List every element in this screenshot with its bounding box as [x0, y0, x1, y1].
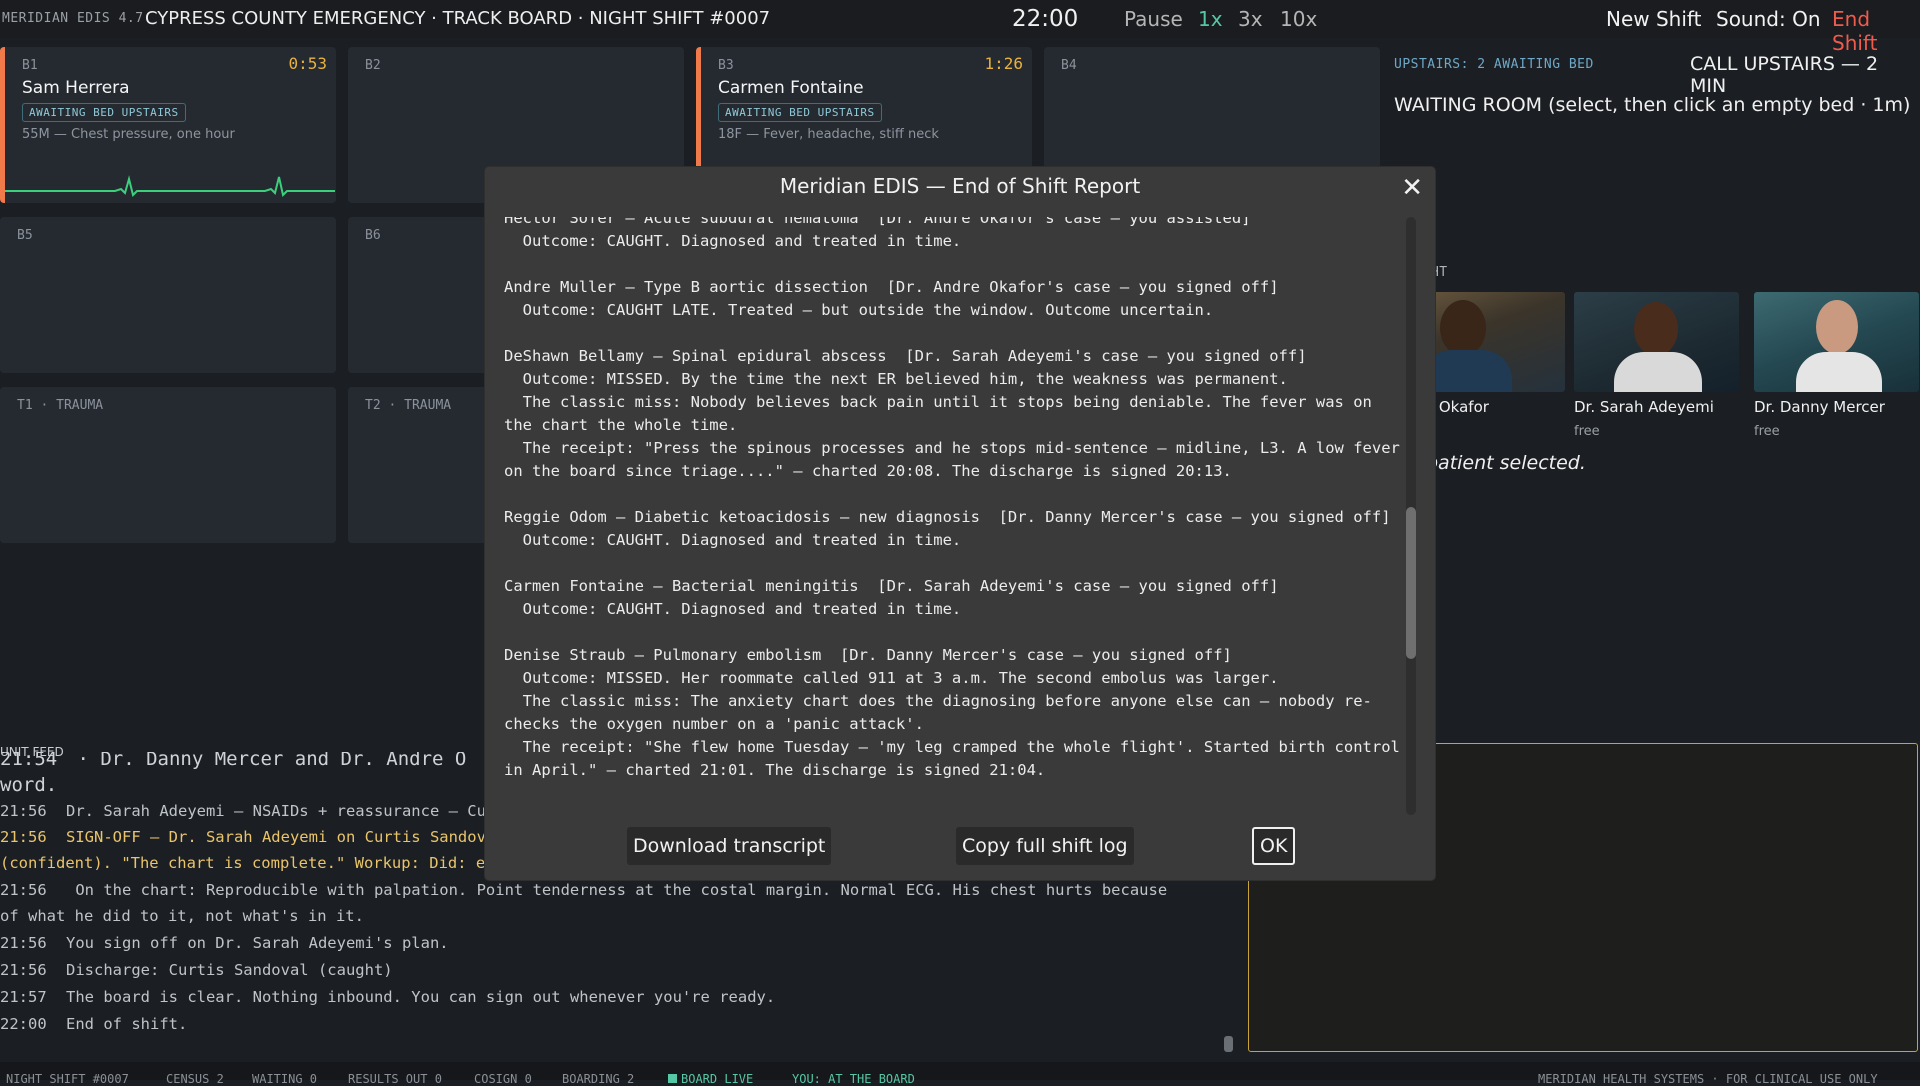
report-entry: Hector Sofer — Acute subdural hematoma […	[504, 217, 1409, 253]
status-badge: AWAITING BED UPSTAIRS	[718, 103, 882, 122]
report-case-heading: DeShawn Bellamy — Spinal epidural absces…	[504, 347, 1307, 365]
bed-timer: 0:53	[288, 54, 327, 73]
status-board-live: BOARD LIVE	[668, 1072, 753, 1086]
report-case-detail: Outcome: MISSED. Her roommate called 911…	[504, 669, 1279, 687]
doctor-name: Dr. Sarah Adeyemi	[1574, 398, 1714, 416]
feed-scrollbar[interactable]	[1224, 1036, 1233, 1052]
live-indicator-icon	[668, 1074, 677, 1083]
bed-code: T1 · TRAUMA	[17, 398, 104, 413]
top-bar: MERIDIAN EDIS 4.7 CYPRESS COUNTY EMERGEN…	[0, 0, 1920, 55]
bed-code: B1	[22, 58, 38, 73]
doctor-avatar	[1754, 292, 1919, 392]
doctor-avatar	[1574, 292, 1739, 392]
status-census: CENSUS 2	[166, 1072, 224, 1086]
status-cosign: COSIGN 0	[474, 1072, 532, 1086]
report-case-detail: The classic miss: Nobody believes back p…	[504, 393, 1382, 434]
report-case-heading: Andre Muller — Type B aortic dissection …	[504, 278, 1279, 296]
doctor-card-adeyemi[interactable]: Dr. Sarah Adeyemi free	[1574, 292, 1739, 439]
report-entry: Denise Straub — Pulmonary embolism [Dr. …	[504, 644, 1409, 782]
report-entry: DeShawn Bellamy — Spinal epidural absces…	[504, 345, 1409, 483]
bed-code: T2 · TRAUMA	[365, 398, 452, 413]
ok-button[interactable]: OK	[1252, 827, 1296, 865]
doctor-status: free	[1754, 424, 1780, 439]
patient-name: Carmen Fontaine	[718, 78, 864, 98]
feed-line: of what he did to it, not what's in it.	[0, 907, 364, 925]
copy-shift-log-button[interactable]: Copy full shift log	[956, 827, 1134, 865]
bed-code: B5	[17, 228, 33, 243]
report-entry: Reggie Odom — Diabetic ketoacidosis — ne…	[504, 506, 1409, 552]
report-case-heading: Reggie Odom — Diabetic ketoacidosis — ne…	[504, 508, 1391, 526]
report-entry: Andre Muller — Type B aortic dissection …	[504, 276, 1409, 322]
chief-complaint: 18F — Fever, headache, stiff neck	[718, 127, 939, 142]
bed-timer: 1:26	[984, 54, 1023, 73]
doctor-card-mercer[interactable]: Dr. Danny Mercer free	[1754, 292, 1919, 439]
status-shift: NIGHT SHIFT #0007	[6, 1072, 129, 1086]
bed-card-t1[interactable]: T1 · TRAUMA	[0, 387, 336, 543]
report-case-detail: Outcome: MISSED. By the time the next ER…	[504, 370, 1288, 388]
feed-line: 21:56 On the chart: Reproducible with pa…	[0, 881, 1168, 899]
speed-10x-button[interactable]: 10x	[1280, 7, 1317, 31]
status-you: YOU: AT THE BOARD	[792, 1072, 915, 1086]
bed-code: B6	[365, 228, 381, 243]
page-title: CYPRESS COUNTY EMERGENCY · TRACK BOARD ·…	[145, 8, 771, 29]
ecg-trace	[5, 175, 335, 197]
app-version: MERIDIAN EDIS 4.7	[2, 11, 144, 26]
end-of-shift-report-dialog: Meridian EDIS — End of Shift Report ✕ He…	[485, 167, 1435, 880]
download-transcript-button[interactable]: Download transcript	[627, 827, 832, 865]
waiting-room-heading: WAITING ROOM (select, then click an empt…	[1394, 94, 1911, 116]
bed-card-b5[interactable]: B5	[0, 217, 336, 373]
shift-clock: 22:00	[1012, 6, 1079, 32]
feed-line: 21:56 Discharge: Curtis Sandoval (caught)	[0, 961, 393, 979]
report-case-heading: Carmen Fontaine — Bacterial meningitis […	[504, 577, 1279, 595]
bed-code: B4	[1061, 58, 1077, 73]
upstairs-count: UPSTAIRS: 2 AWAITING BED	[1394, 57, 1594, 72]
call-upstairs-button[interactable]: CALL UPSTAIRS — 2 MIN	[1690, 53, 1920, 97]
close-icon[interactable]: ✕	[1401, 173, 1423, 203]
report-case-detail: Outcome: CAUGHT. Diagnosed and treated i…	[504, 531, 962, 549]
end-shift-button[interactable]: End Shift	[1832, 7, 1920, 55]
feed-line: 21:57 The board is clear. Nothing inbound…	[0, 988, 776, 1006]
report-body[interactable]: Hector Sofer — Acute subdural hematoma […	[504, 217, 1409, 797]
pause-button[interactable]: Pause	[1124, 7, 1183, 31]
doctor-status: free	[1574, 424, 1600, 439]
status-waiting: WAITING 0	[252, 1072, 318, 1086]
patient-name: Sam Herrera	[22, 78, 130, 98]
status-results: RESULTS OUT 0	[348, 1072, 442, 1086]
feed-line: 22:00 End of shift.	[0, 1015, 188, 1033]
feed-line: 21:56 You sign off on Dr. Sarah Adeyemi's…	[0, 934, 449, 952]
report-case-detail: The classic miss: The anxiety chart does…	[504, 692, 1372, 733]
report-scrollbar-thumb[interactable]	[1406, 507, 1416, 659]
report-case-heading: Hector Sofer — Acute subdural hematoma […	[504, 217, 1251, 227]
new-shift-button[interactable]: New Shift	[1606, 7, 1701, 31]
report-case-detail: The receipt: "Press the spinous processe…	[504, 439, 1409, 480]
doctor-name: Dr. Danny Mercer	[1754, 398, 1885, 416]
report-case-heading: Denise Straub — Pulmonary embolism [Dr. …	[504, 646, 1232, 664]
chief-complaint: 55M — Chest pressure, one hour	[22, 127, 235, 142]
status-boarding: BOARDING 2	[562, 1072, 635, 1086]
speed-3x-button[interactable]: 3x	[1238, 7, 1263, 31]
status-bar: NIGHT SHIFT #0007 CENSUS 2 WAITING 0 RES…	[0, 1062, 1920, 1086]
report-case-detail: Outcome: CAUGHT. Diagnosed and treated i…	[504, 232, 962, 250]
sound-toggle[interactable]: Sound: On	[1716, 7, 1821, 31]
speed-1x-button[interactable]: 1x	[1198, 7, 1223, 31]
report-case-detail: Outcome: CAUGHT. Diagnosed and treated i…	[504, 600, 962, 618]
bed-card-b1[interactable]: B1 0:53 Sam Herrera AWAITING BED UPSTAIR…	[0, 47, 336, 203]
report-entry: Carmen Fontaine — Bacterial meningitis […	[504, 575, 1409, 621]
bed-code: B2	[365, 58, 381, 73]
status-brand: MERIDIAN HEALTH SYSTEMS · FOR CLINICAL U…	[1538, 1072, 1878, 1086]
no-selection-message: patient selected.	[1426, 452, 1586, 474]
report-case-detail: The receipt: "She flew home Tuesday — 'm…	[504, 738, 1409, 779]
status-badge: AWAITING BED UPSTAIRS	[22, 103, 186, 122]
bed-code: B3	[718, 58, 734, 73]
report-case-detail: Outcome: CAUGHT LATE. Treated — but outs…	[504, 301, 1214, 319]
dialog-title: Meridian EDIS — End of Shift Report	[779, 174, 1141, 198]
